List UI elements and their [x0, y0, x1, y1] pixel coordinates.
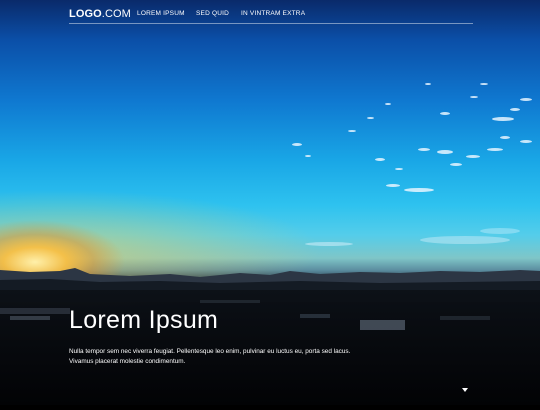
cloud [440, 112, 450, 115]
cloud [510, 108, 520, 111]
cloud [386, 184, 400, 187]
cloud [375, 158, 385, 161]
cloud [450, 163, 462, 166]
logo-light-text: .COM [101, 8, 131, 20]
cloud [437, 150, 453, 154]
cloud [466, 155, 480, 158]
cloud [418, 148, 430, 151]
cloud [305, 155, 311, 157]
cloud [480, 228, 520, 234]
nav-item-in-vintram-extra[interactable]: IN VINTRAM EXTRA [241, 10, 305, 17]
cloud [385, 103, 391, 105]
cloud [292, 143, 302, 146]
chevron-down-icon[interactable] [462, 388, 468, 392]
hero-title: Lorem Ipsum [69, 306, 219, 334]
nav-item-lorem-ipsum[interactable]: LOREM IPSUM [137, 10, 185, 17]
cloud [420, 236, 510, 244]
cloud [425, 83, 431, 85]
cloud [404, 188, 434, 192]
cloud [395, 168, 403, 170]
logo[interactable]: LOGO.COM [69, 8, 131, 20]
top-navigation: LOGO.COM LOREM IPSUM SED QUID IN VINTRAM… [69, 0, 473, 24]
cloud [487, 148, 503, 151]
hero-description-line1: Nulla tempor sem nec viverra feugiat. Pe… [69, 348, 351, 355]
cloud [480, 83, 488, 85]
cloud [305, 242, 353, 246]
cloud [470, 96, 478, 98]
cloud [500, 136, 510, 139]
nav-item-sed-quid[interactable]: SED QUID [196, 10, 229, 17]
logo-bold-text: LOGO [69, 8, 102, 20]
cloud [492, 117, 514, 121]
hero-description-line2: Vivamus placerat molestie condimentum. [69, 358, 186, 365]
cloud [520, 98, 532, 101]
cloud [348, 130, 356, 132]
cloud [520, 140, 532, 143]
cloud [367, 117, 374, 119]
hero-description: Nulla tempor sem nec viverra feugiat. Pe… [69, 347, 389, 367]
